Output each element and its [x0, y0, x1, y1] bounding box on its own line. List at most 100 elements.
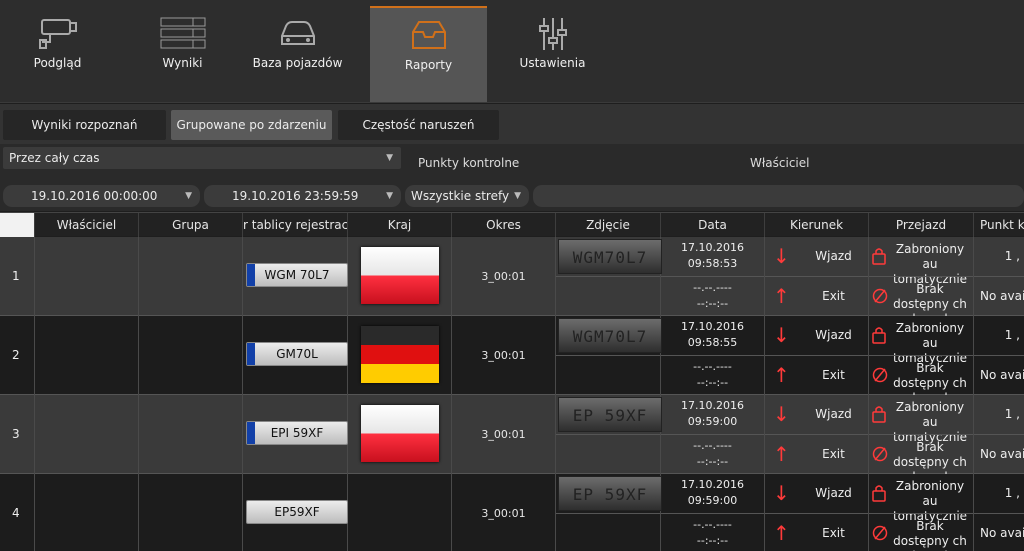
entry-time: 09:58:53	[687, 257, 738, 270]
group-cell	[139, 237, 243, 316]
tab-grupowane-po-zdarzeniu[interactable]: Grupowane po zdarzeniu	[171, 110, 332, 140]
chevron-down-icon: ▼	[185, 191, 192, 201]
passage-cell: Zabroniony au tomatycznie Brak dostępny …	[869, 395, 974, 484]
date-from-picker[interactable]: 19.10.2016 00:00:00 ▼	[3, 185, 200, 207]
country-cell	[348, 474, 452, 551]
plate-photo[interactable]: EP 59XF	[558, 397, 662, 432]
plate-text: GM70L	[276, 347, 318, 361]
table-row[interactable]: 3 EPI 59XF 3_00:01 EP 59XF 17.10.2016 09:…	[0, 395, 1024, 484]
flag-poland-icon	[361, 247, 439, 304]
col-direction[interactable]: Kierunek	[765, 213, 869, 237]
lock-icon	[872, 406, 886, 423]
photo-cell[interactable]: EP 59XF	[556, 474, 662, 551]
col-date[interactable]: Data	[661, 213, 765, 237]
arrow-up-icon: ↑	[773, 442, 790, 466]
col-checkpoint[interactable]: Punkt k	[974, 213, 1024, 237]
col-photo[interactable]: Zdjęcie	[556, 213, 661, 237]
col-owner[interactable]: Właściciel	[35, 213, 139, 237]
entry-date: 17.10.2016	[681, 478, 744, 491]
lock-icon	[872, 248, 886, 265]
plate-photo[interactable]: WGM70L7	[558, 318, 662, 353]
date-cell: 17.10.2016 09:59:00 --.--.---- --:--:--	[661, 395, 765, 474]
no-data-icon	[872, 525, 888, 541]
photo-cell[interactable]: WGM70L7	[556, 237, 662, 316]
nav-wyniki[interactable]: Wyniki	[125, 6, 240, 102]
table-row[interactable]: 1 WGM 70L7 3_00:01 WGM70L7 17.10.2016 09:…	[0, 237, 1024, 326]
eu-band-icon	[247, 264, 255, 286]
col-group[interactable]: Grupa	[139, 213, 243, 237]
arrow-up-icon: ↑	[773, 521, 790, 545]
top-navigation: Podgląd Wyniki Baza pojazdów Raporty Ust…	[0, 0, 1024, 103]
date-from-value: 19.10.2016 00:00:00	[31, 189, 158, 203]
checkpoints-label: Punkty kontrolne	[418, 156, 520, 170]
period-value: Przez cały czas	[9, 151, 100, 165]
nav-podglad[interactable]: Podgląd	[0, 6, 115, 102]
period-cell: 3_00:01	[452, 474, 556, 551]
direction-cell: ↓ Wjazd ↑ Exit	[765, 474, 869, 551]
date-to-value: 19.10.2016 23:59:59	[232, 189, 359, 203]
checkpoint-in: 1 ,	[1004, 249, 1020, 263]
zones-select[interactable]: Wszystkie strefy ▼	[405, 185, 529, 207]
photo-cell[interactable]: WGM70L7	[556, 316, 662, 395]
chevron-down-icon: ▼	[386, 191, 393, 201]
owner-cell	[35, 316, 139, 395]
col-passage[interactable]: Przejazd	[869, 213, 974, 237]
nav-label: Raporty	[404, 58, 453, 72]
arrow-up-icon: ↑	[773, 363, 790, 387]
owner-label: Właściciel	[750, 156, 810, 170]
group-cell	[139, 395, 243, 474]
nav-baza-pojazdow[interactable]: Baza pojazdów	[240, 6, 355, 102]
row-number: 4	[0, 474, 35, 551]
plate-text: WGM 70L7	[264, 268, 330, 282]
plate-cell: EPI 59XF	[243, 395, 348, 474]
photo-cell[interactable]: EP 59XF	[556, 395, 662, 474]
tab-wyniki-rozpoznan[interactable]: Wyniki rozpoznań	[3, 110, 166, 140]
plate-photo[interactable]: EP 59XF	[558, 476, 662, 511]
nav-ustawienia[interactable]: Ustawienia	[495, 6, 610, 102]
country-cell	[348, 237, 452, 316]
date-cell: 17.10.2016 09:58:55 --.--.---- --:--:--	[661, 316, 765, 395]
plate-text: EPI 59XF	[270, 426, 324, 440]
entry-time: 09:58:55	[687, 336, 738, 349]
inbox-tray-icon	[409, 18, 449, 55]
plate-cell: GM70L	[243, 316, 348, 395]
col-period[interactable]: Okres	[452, 213, 556, 237]
checkpoint-out: No avail	[980, 447, 1024, 461]
direction-in-label: Wjazd	[815, 407, 852, 421]
plate-cell: WGM 70L7	[243, 237, 348, 316]
entry-date: 17.10.2016	[681, 399, 744, 412]
country-cell	[348, 316, 452, 395]
col-country[interactable]: Kraj	[348, 213, 452, 237]
date-cell: 17.10.2016 09:59:00 --.--.---- --:--:--	[661, 474, 765, 551]
exit-date: --.--.----	[693, 281, 732, 294]
exit-time: --:--:--	[696, 455, 729, 468]
select-all-corner[interactable]	[0, 213, 35, 237]
period-cell: 3_00:01	[452, 316, 556, 395]
direction-cell: ↓ Wjazd ↑ Exit	[765, 316, 869, 395]
tab-czestosc-naruszen[interactable]: Częstość naruszeń	[338, 110, 499, 140]
checkpoint-out: No avail	[980, 526, 1024, 540]
date-to-picker[interactable]: 19.10.2016 23:59:59 ▼	[204, 185, 401, 207]
plate-photo[interactable]: WGM70L7	[558, 239, 662, 274]
nav-label: Podgląd	[33, 56, 82, 70]
table-row[interactable]: 2 GM70L 3_00:01 WGM70L7 17.10.2016 09:58:…	[0, 316, 1024, 405]
table-row[interactable]: 4 EP59XF 3_00:01 EP 59XF 17.10.2016 09:59…	[0, 474, 1024, 551]
checkpoint-cell: 1 , No avail	[974, 395, 1024, 474]
direction-out-label: Exit	[822, 368, 845, 382]
period-select[interactable]: Przez cały czas ▼	[3, 147, 401, 169]
nav-raporty[interactable]: Raporty	[370, 6, 487, 102]
license-plate: EP59XF	[246, 500, 348, 524]
eu-band-icon	[247, 343, 255, 365]
exit-time: --:--:--	[696, 297, 729, 310]
plate-cell: EP59XF	[243, 474, 348, 551]
owner-input[interactable]	[533, 185, 1024, 207]
entry-date: 17.10.2016	[681, 241, 744, 254]
checkpoint-in: 1 ,	[1004, 486, 1020, 500]
nav-label: Ustawienia	[519, 56, 586, 70]
lock-icon	[872, 485, 886, 502]
col-plate-number[interactable]: r tablicy rejestrac	[243, 213, 348, 237]
exit-date: --.--.----	[693, 360, 732, 373]
exit-time: --:--:--	[696, 376, 729, 389]
checkpoint-cell: 1 , No avail	[974, 237, 1024, 316]
passage-cell: Zabroniony au tomatycznie Brak dostępny …	[869, 316, 974, 405]
